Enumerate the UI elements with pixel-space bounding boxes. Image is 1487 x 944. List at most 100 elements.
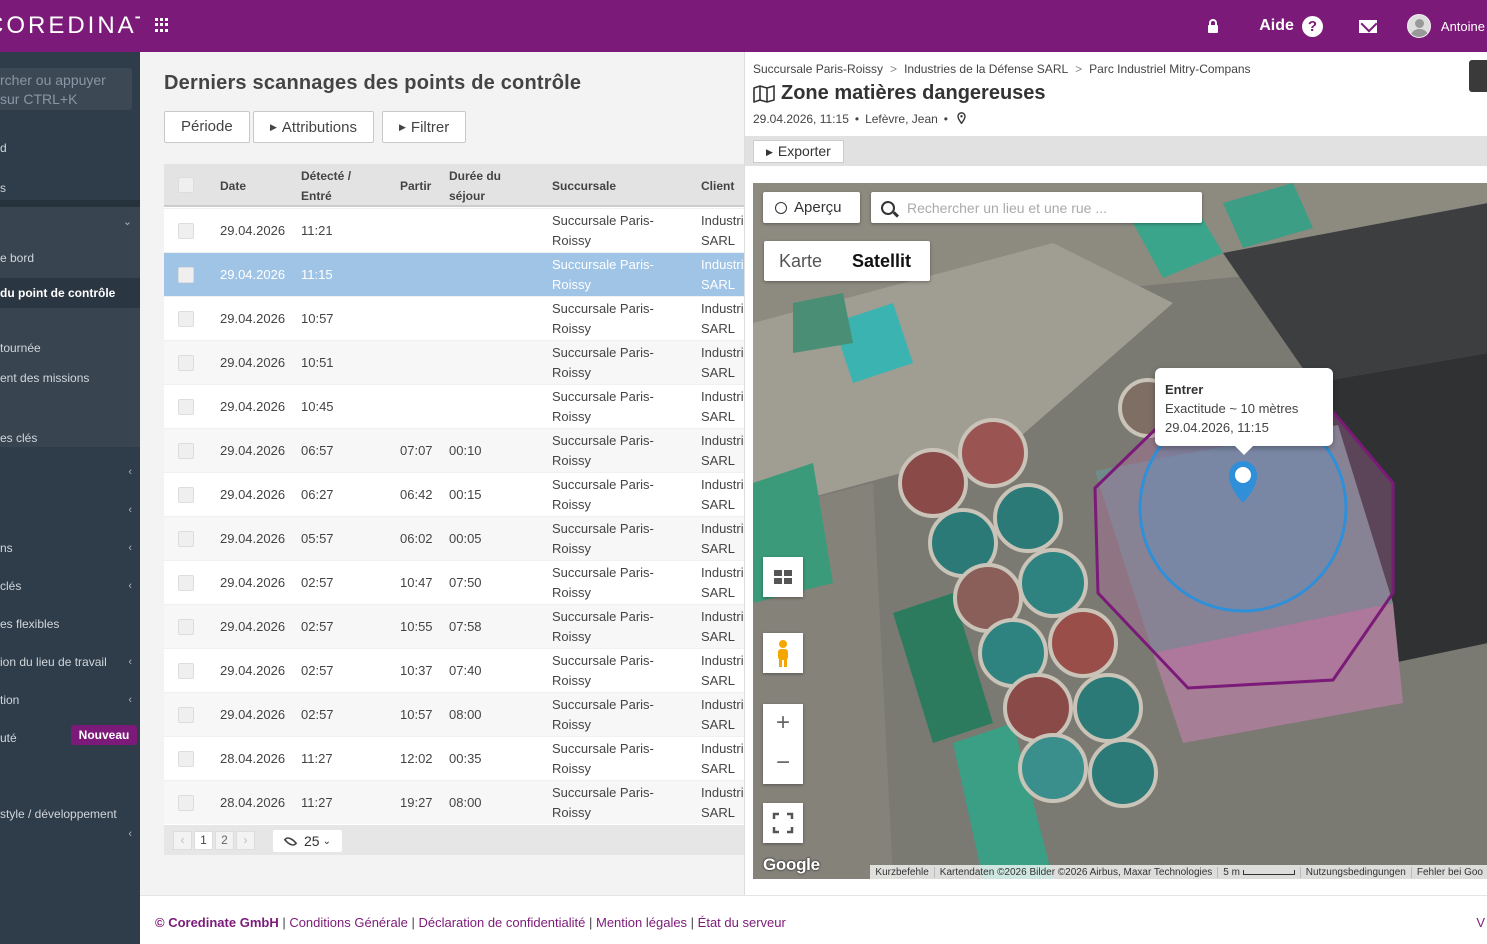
row-checkbox[interactable]: [178, 531, 194, 547]
attributions-button[interactable]: ▶ Attributions: [253, 111, 374, 143]
map-type-map-button[interactable]: Karte: [764, 241, 837, 281]
col-date[interactable]: Date: [220, 164, 246, 207]
sidebar-item-label: clés: [0, 579, 22, 593]
sidebar-item-3[interactable]: e bord: [0, 248, 140, 268]
lock-icon[interactable]: [1207, 18, 1219, 34]
table-row[interactable]: 29.04.2026 05:57 06:02 00:05 Succursale Pari…: [164, 516, 744, 560]
fullscreen-icon[interactable]: [763, 803, 803, 843]
row-checkbox[interactable]: [178, 355, 194, 371]
breadcrumb-site[interactable]: Parc Industriel Mitry-Compans: [1089, 62, 1250, 76]
terms-link[interactable]: Conditions Générale: [289, 915, 408, 930]
row-checkbox[interactable]: [178, 267, 194, 283]
sidebar-item-12[interactable]: es flexibles: [0, 614, 140, 634]
brand-logo[interactable]: COREDINATE: [0, 0, 140, 52]
sidebar-item-4[interactable]: du point de contrôle: [0, 278, 140, 308]
mail-icon[interactable]: [1358, 19, 1377, 33]
table-row[interactable]: 29.04.2026 06:27 06:42 00:15 Succursale Pari…: [164, 472, 744, 516]
row-checkbox[interactable]: [178, 707, 194, 723]
cell-duration: 07:50: [449, 575, 482, 590]
zoom-in-button[interactable]: +: [763, 704, 803, 744]
row-checkbox[interactable]: [178, 795, 194, 811]
table-row[interactable]: 29.04.2026 06:57 07:07 00:10 Succursale Pari…: [164, 428, 744, 472]
terms-link[interactable]: Nutzungsbedingungen: [1301, 866, 1412, 878]
sidebar-item-6[interactable]: ent des missions: [0, 368, 140, 388]
table-row[interactable]: 29.04.2026 02:57 10:57 08:00 Succursale Pari…: [164, 692, 744, 736]
table-row[interactable]: 29.04.2026 10:45 Succursale Paris- Roissy In…: [164, 384, 744, 428]
sidebar-item-14[interactable]: tion ‹: [0, 690, 140, 710]
user-menu[interactable]: Antoine: [1406, 14, 1487, 38]
chevron-icon: ‹: [128, 542, 132, 554]
panel-action-button[interactable]: [1469, 60, 1487, 92]
privacy-link[interactable]: Déclaration de confidentialité: [418, 915, 585, 930]
sidebar-item-17[interactable]: ‹: [0, 824, 140, 844]
sidebar-search-input[interactable]: rcher ou appuyer sur CTRL+K: [0, 68, 132, 110]
sidebar-item-9[interactable]: ‹: [0, 500, 140, 520]
cell-client: Industri SARL: [701, 301, 744, 336]
page-1-button[interactable]: 1: [194, 831, 213, 850]
location-pin-icon[interactable]: [957, 112, 967, 125]
row-checkbox[interactable]: [178, 311, 194, 327]
page-2-button[interactable]: 2: [215, 831, 234, 850]
sidebar-item-2[interactable]: ⌄: [0, 212, 140, 232]
col-client[interactable]: Client: [701, 164, 734, 207]
satellite-map[interactable]: Aperçu Rechercher un lieu et une rue ...…: [753, 183, 1487, 879]
table-row[interactable]: 29.04.2026 02:57 10:47 07:50 Succursale Pari…: [164, 560, 744, 604]
per-page-select[interactable]: 25 ⌄: [273, 830, 342, 852]
col-left[interactable]: Partir: [400, 164, 431, 207]
sidebar-item-13[interactable]: ion du lieu de travail ‹: [0, 652, 140, 672]
report-error-link[interactable]: Fehler bei Goo: [1412, 867, 1487, 878]
row-checkbox[interactable]: [178, 487, 194, 503]
breadcrumb: Succursale Paris-Roissy > Industries de la…: [753, 62, 1251, 76]
detail-toolbar: ▶ Exporter: [745, 136, 1487, 166]
table-row[interactable]: 29.04.2026 11:15 Succursale Paris- Roissy In…: [164, 252, 744, 296]
row-checkbox[interactable]: [178, 575, 194, 591]
overview-button[interactable]: Aperçu: [763, 192, 860, 223]
map-search-input[interactable]: Rechercher un lieu et une rue ...: [871, 192, 1202, 223]
shortcuts-link[interactable]: Kurzbefehle: [870, 866, 935, 878]
table-row[interactable]: 29.04.2026 10:51 Succursale Paris- Roissy In…: [164, 340, 744, 384]
table-row[interactable]: 29.04.2026 02:57 10:37 07:40 Succursale Pari…: [164, 648, 744, 692]
sidebar-item-1[interactable]: s: [0, 178, 140, 198]
export-button[interactable]: ▶ Exporter: [753, 140, 844, 163]
row-checkbox[interactable]: [178, 223, 194, 239]
map-type-satellite-button[interactable]: Satellit: [837, 241, 926, 281]
sidebar-item-5[interactable]: tournée: [0, 338, 140, 358]
row-checkbox[interactable]: [178, 443, 194, 459]
col-duration[interactable]: Durée du séjour: [449, 164, 501, 207]
row-checkbox[interactable]: [178, 399, 194, 415]
table-row[interactable]: 29.04.2026 10:57 Succursale Paris- Roissy In…: [164, 296, 744, 340]
row-checkbox[interactable]: [178, 663, 194, 679]
cell-client: Industri SARL: [701, 785, 744, 820]
prev-page-button[interactable]: ‹: [173, 831, 192, 850]
table-row[interactable]: 29.04.2026 02:57 10:55 07:58 Succursale Pari…: [164, 604, 744, 648]
table-row[interactable]: 28.04.2026 11:27 12:02 00:35 Succursale Pari…: [164, 736, 744, 780]
table-row[interactable]: 29.04.2026 11:21 Succursale Paris- Roissy In…: [164, 208, 744, 252]
legal-link[interactable]: Mention légales: [596, 915, 687, 930]
filter-button[interactable]: ▶ Filtrer: [382, 111, 467, 143]
col-detected[interactable]: Détecté / Entré: [301, 164, 351, 207]
pegman-icon[interactable]: [763, 633, 803, 673]
help-button[interactable]: Aide?: [1259, 15, 1323, 37]
breadcrumb-client[interactable]: Industries de la Défense SARL: [904, 62, 1068, 76]
table-row[interactable]: 28.04.2026 11:27 19:27 08:00 Succursale Pari…: [164, 780, 744, 824]
breadcrumb-branch[interactable]: Succursale Paris-Roissy: [753, 62, 883, 76]
cell-detected: 06:57: [301, 443, 334, 458]
eye-icon: [283, 834, 298, 848]
server-status-link[interactable]: État du serveur: [698, 915, 786, 930]
col-branch[interactable]: Succursale: [552, 164, 616, 207]
row-checkbox[interactable]: [178, 751, 194, 767]
sidebar-item-7[interactable]: es clés: [0, 428, 140, 448]
row-checkbox[interactable]: [178, 619, 194, 635]
next-page-button[interactable]: ›: [236, 831, 255, 850]
apps-grid-icon[interactable]: [153, 16, 171, 34]
sidebar-item-11[interactable]: clés ‹: [0, 576, 140, 596]
select-all-checkbox[interactable]: [178, 177, 194, 193]
period-button[interactable]: Période: [164, 111, 250, 143]
sidebar-item-0[interactable]: d: [0, 138, 140, 158]
layers-grid-icon[interactable]: [763, 557, 803, 597]
sidebar-item-16[interactable]: style / développement: [0, 804, 140, 824]
zoom-out-button[interactable]: −: [763, 744, 803, 784]
sidebar-item-8[interactable]: ‹: [0, 462, 140, 482]
cell-branch: Succursale Paris- Roissy: [552, 521, 654, 556]
sidebar-item-10[interactable]: ns ‹: [0, 538, 140, 558]
